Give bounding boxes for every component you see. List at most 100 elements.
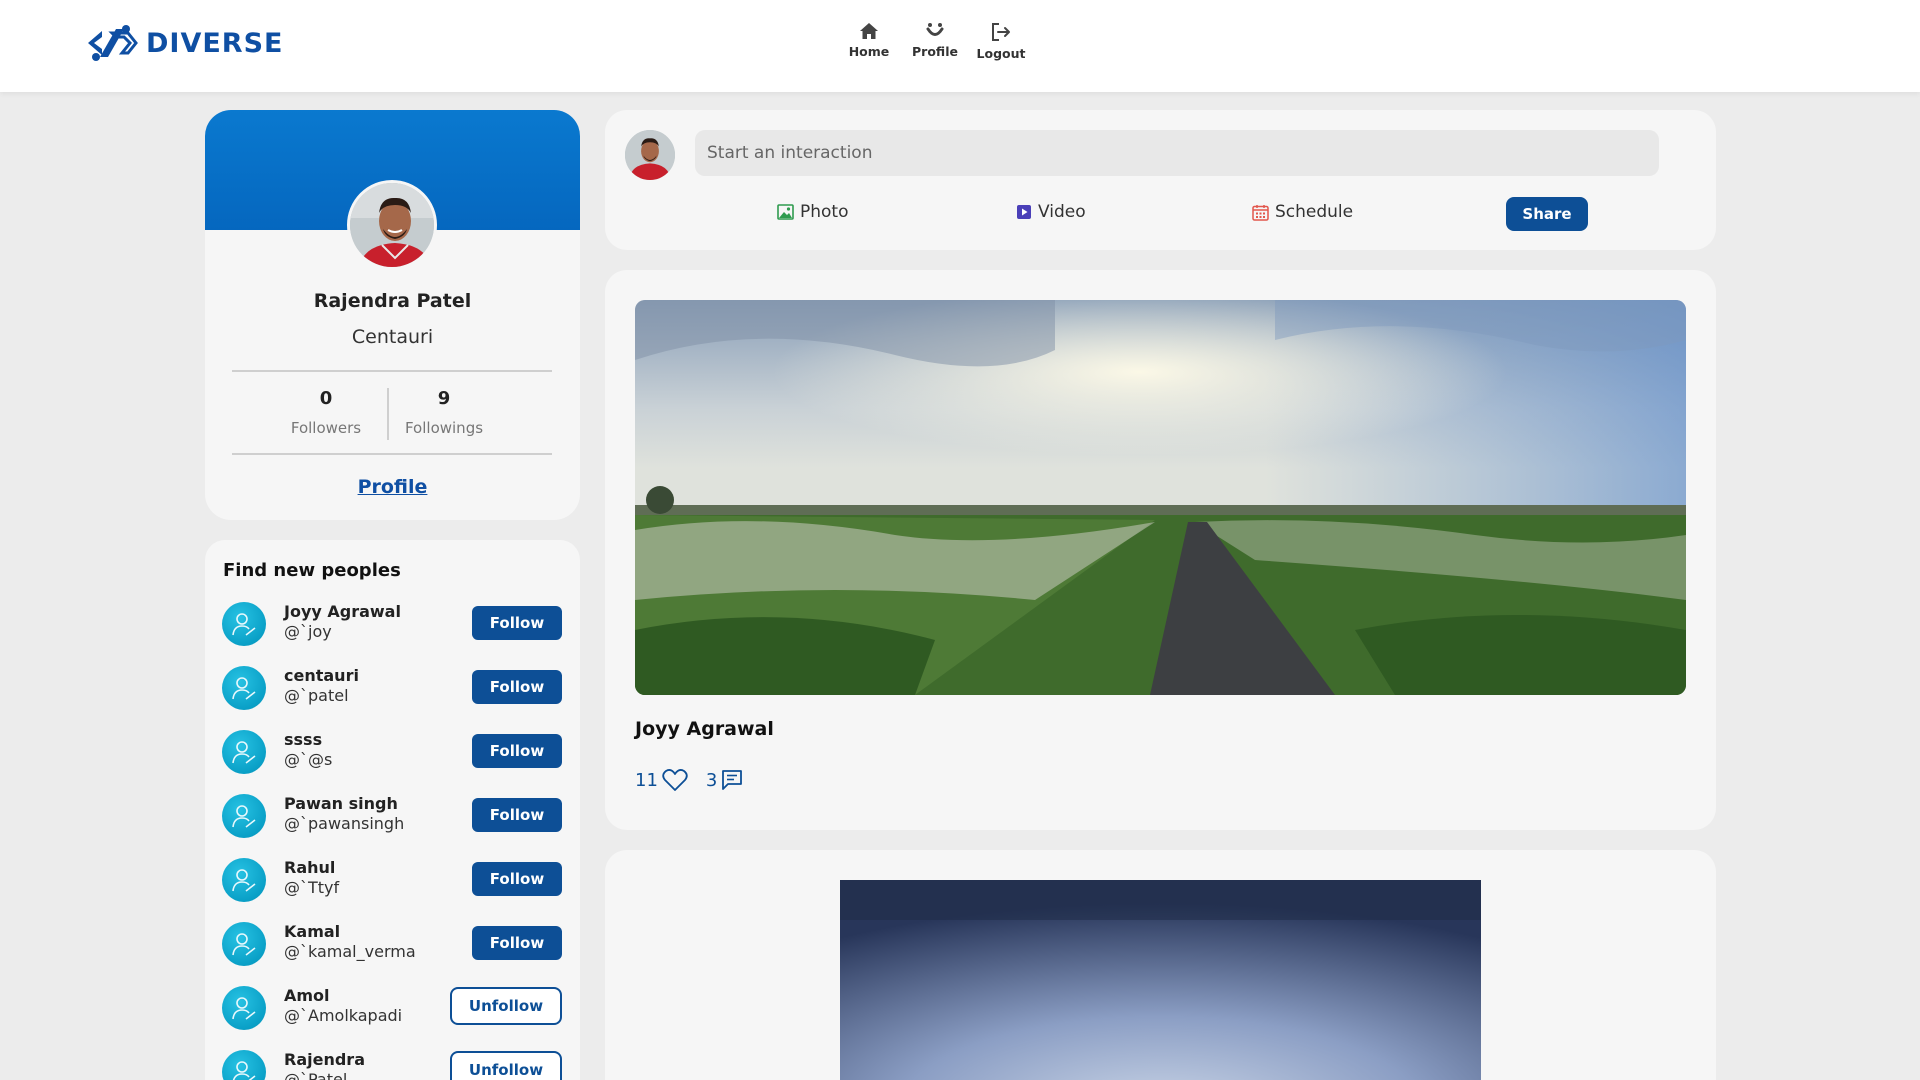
post-card: Joyy Agrawal 11 3 bbox=[605, 270, 1716, 830]
unfollow-button[interactable]: Unfollow bbox=[450, 1051, 562, 1080]
person-name: Rajendra bbox=[284, 1050, 365, 1069]
brand-name: DIVERSE bbox=[146, 27, 284, 59]
avatar bbox=[222, 666, 266, 710]
followers-stat[interactable]: 0 Followers bbox=[267, 388, 385, 437]
post-image[interactable] bbox=[635, 300, 1686, 695]
brand-logo[interactable]: DIVERSE bbox=[86, 23, 283, 63]
post-composer: Photo Video Schedule Share bbox=[605, 110, 1716, 250]
person-handle: @`@s bbox=[284, 750, 333, 769]
list-item: Kamal @`kamal_verma Follow bbox=[222, 920, 562, 968]
user-icon bbox=[232, 677, 256, 700]
list-item: ssss @`@s Follow bbox=[222, 728, 562, 776]
find-people-card: Find new peoples Joyy Agrawal @`joy Foll… bbox=[205, 540, 580, 1080]
photo-button[interactable]: Photo bbox=[777, 202, 849, 222]
interaction-input[interactable] bbox=[695, 130, 1659, 176]
person-handle: @`Ttyf bbox=[284, 878, 340, 897]
heart-icon bbox=[662, 769, 688, 791]
nav-profile-label: Profile bbox=[912, 44, 958, 59]
followers-label: Followers bbox=[290, 419, 362, 437]
photo-label: Photo bbox=[800, 202, 849, 222]
comment-count: 3 bbox=[705, 769, 718, 791]
user-icon bbox=[232, 805, 256, 828]
post-image[interactable] bbox=[840, 880, 1481, 1080]
profile-name: Rajendra Patel bbox=[313, 290, 472, 312]
follow-button[interactable]: Follow bbox=[472, 926, 562, 960]
nav-profile[interactable]: Profile bbox=[902, 22, 968, 61]
user-icon bbox=[232, 613, 256, 636]
logout-icon bbox=[992, 23, 1010, 41]
list-item: Amol @`Amolkapadi Unfollow bbox=[222, 984, 562, 1032]
calendar-icon bbox=[1252, 204, 1269, 221]
nav-home-label: Home bbox=[848, 44, 890, 59]
user-icon bbox=[232, 869, 256, 892]
image-icon bbox=[777, 204, 794, 220]
profile-divider bbox=[232, 453, 552, 455]
post-stats: 11 3 bbox=[635, 768, 743, 792]
like-button[interactable]: 11 bbox=[635, 768, 688, 792]
person-handle: @`pawansingh bbox=[284, 814, 405, 833]
avatar bbox=[222, 1050, 266, 1080]
person-name: Amol bbox=[284, 986, 330, 1005]
avatar bbox=[222, 730, 266, 774]
list-item: Pawan singh @`pawansingh Follow bbox=[222, 792, 562, 840]
avatar bbox=[222, 986, 266, 1030]
person-name: Joyy Agrawal bbox=[284, 602, 401, 621]
follow-button[interactable]: Follow bbox=[472, 798, 562, 832]
person-handle: @`Amolkapadi bbox=[284, 1006, 403, 1025]
person-name: Pawan singh bbox=[284, 794, 398, 813]
follow-button[interactable]: Follow bbox=[472, 862, 562, 896]
avatar bbox=[222, 602, 266, 646]
person-handle: @`Patel bbox=[284, 1070, 348, 1080]
video-button[interactable]: Video bbox=[1016, 202, 1086, 222]
nav-home[interactable]: Home bbox=[836, 22, 902, 61]
person-name: Rahul bbox=[284, 858, 336, 877]
profile-card: Rajendra Patel Centauri 0 Followers 9 Fo… bbox=[205, 110, 580, 520]
list-item: centauri @`patel Follow bbox=[222, 664, 562, 712]
nav-logout[interactable]: Logout bbox=[968, 22, 1034, 61]
profile-avatar bbox=[347, 180, 437, 270]
followings-label: Followings bbox=[404, 419, 484, 437]
profile-link[interactable]: Profile bbox=[205, 476, 580, 498]
follow-button[interactable]: Follow bbox=[472, 734, 562, 768]
person-handle: @`kamal_verma bbox=[284, 942, 416, 961]
follow-button[interactable]: Follow bbox=[472, 670, 562, 704]
main-nav: Home Profile Logout bbox=[836, 22, 1034, 61]
schedule-label: Schedule bbox=[1275, 202, 1354, 222]
person-name: ssss bbox=[284, 730, 323, 749]
home-icon bbox=[860, 23, 878, 39]
list-item: Rajendra @`Patel Unfollow bbox=[222, 1048, 562, 1080]
diverse-logo-icon bbox=[88, 25, 138, 61]
user-icon bbox=[232, 741, 256, 764]
followers-count: 0 bbox=[319, 388, 333, 409]
unfollow-button[interactable]: Unfollow bbox=[450, 987, 562, 1025]
followings-stat[interactable]: 9 Followings bbox=[385, 388, 503, 437]
comment-button[interactable]: 3 bbox=[706, 769, 743, 791]
profile-handle: Centauri bbox=[351, 326, 434, 348]
share-button[interactable]: Share bbox=[1506, 197, 1588, 231]
follow-button[interactable]: Follow bbox=[472, 606, 562, 640]
avatar bbox=[625, 130, 675, 180]
schedule-button[interactable]: Schedule bbox=[1252, 202, 1353, 222]
list-item: Rahul @`Ttyf Follow bbox=[222, 856, 562, 904]
comment-icon bbox=[722, 770, 743, 790]
avatar bbox=[222, 922, 266, 966]
person-name: centauri bbox=[284, 666, 359, 685]
top-navbar: DIVERSE Home Profile Logout bbox=[0, 0, 1920, 92]
list-item: Joyy Agrawal @`joy Follow bbox=[222, 600, 562, 648]
profile-icon bbox=[926, 23, 944, 36]
post-card bbox=[605, 850, 1716, 1080]
avatar bbox=[222, 858, 266, 902]
nav-logout-label: Logout bbox=[976, 46, 1026, 61]
user-icon bbox=[232, 997, 256, 1020]
avatar bbox=[222, 794, 266, 838]
followings-count: 9 bbox=[437, 388, 451, 409]
video-label: Video bbox=[1038, 202, 1086, 222]
find-people-title: Find new peoples bbox=[223, 560, 401, 581]
person-handle: @`joy bbox=[284, 622, 332, 641]
video-icon bbox=[1017, 205, 1031, 219]
post-author[interactable]: Joyy Agrawal bbox=[635, 718, 774, 740]
user-icon bbox=[232, 933, 256, 956]
user-icon bbox=[232, 1061, 256, 1080]
like-count: 11 bbox=[635, 769, 658, 791]
person-name: Kamal bbox=[284, 922, 341, 941]
